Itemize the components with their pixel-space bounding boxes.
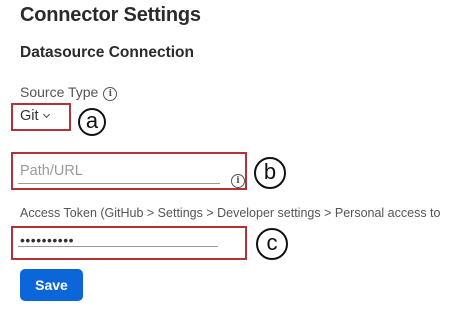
page-title: Connector Settings	[20, 4, 201, 26]
access-token-label: Access Token (GitHub > Settings > Develo…	[20, 206, 441, 220]
access-token-underline	[18, 246, 218, 247]
chevron-down-icon	[42, 110, 50, 119]
path-url-input[interactable]	[20, 160, 215, 182]
info-icon[interactable]: i	[103, 87, 118, 101]
source-type-label-text: Source Type	[20, 84, 99, 100]
source-type-label: Source Type i	[20, 84, 118, 101]
path-info-icon[interactable]: i	[231, 174, 245, 188]
save-button[interactable]: Save	[20, 269, 83, 301]
annotation-label-b: b	[254, 157, 286, 189]
path-url-underline	[18, 183, 220, 184]
source-type-select[interactable]: Git	[20, 108, 50, 124]
annotation-label-c: c	[256, 228, 288, 260]
section-title: Datasource Connection	[20, 44, 194, 61]
annotation-label-a: a	[78, 108, 106, 136]
source-type-value: Git	[20, 108, 39, 124]
